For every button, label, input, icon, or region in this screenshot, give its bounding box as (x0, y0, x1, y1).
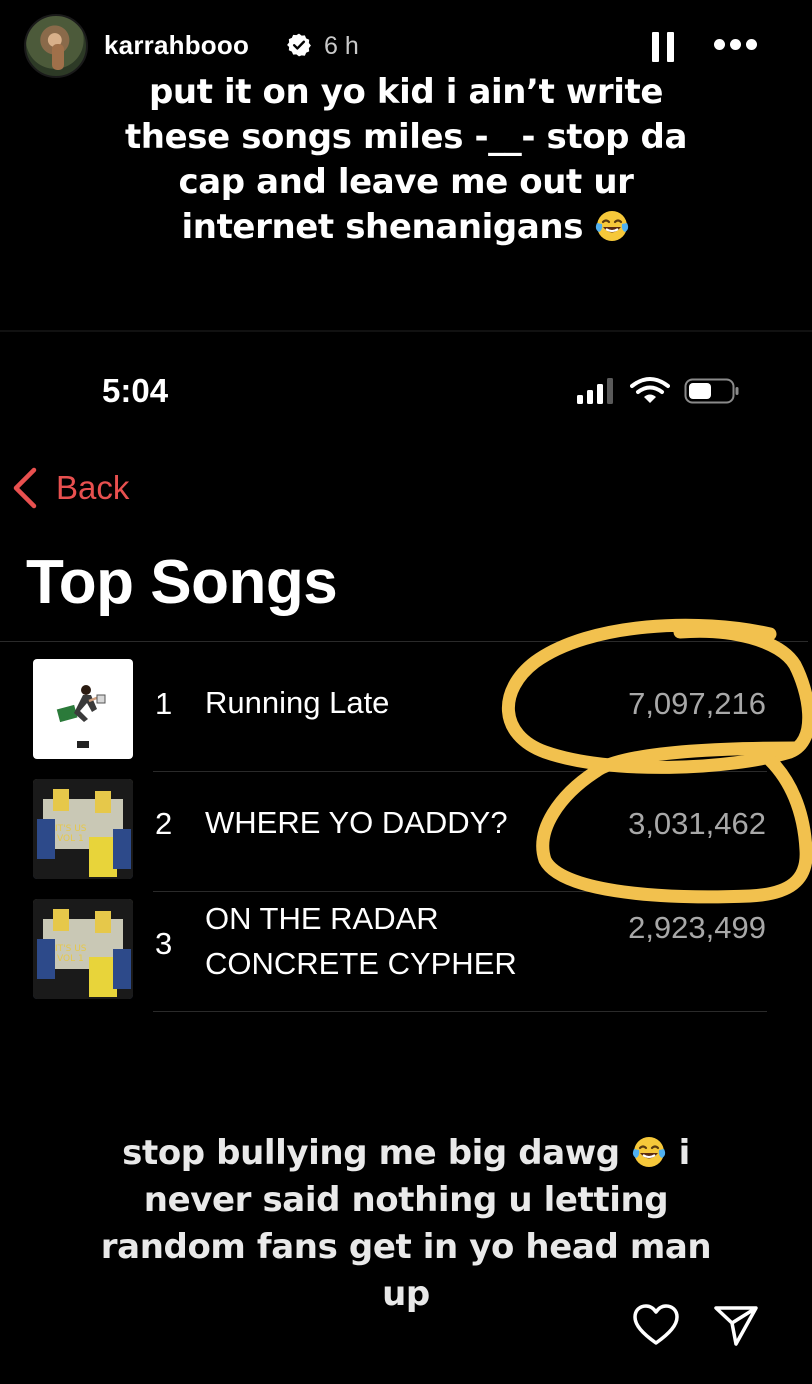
back-button[interactable]: Back (10, 464, 129, 512)
svg-text:VOL 1: VOL 1 (57, 954, 84, 964)
story-time: 6 h (324, 32, 359, 60)
caption-line: never said nothing u letting (143, 1180, 669, 1220)
page-title: Top Songs (26, 548, 338, 617)
caption-line: stop bullying me big dawg i (60, 1130, 752, 1177)
caption-line: cap and leave me out ur (178, 162, 634, 202)
caption-line: these songs miles -__- stop da (124, 117, 688, 157)
wifi-icon (630, 377, 670, 403)
album-artwork: IT'S US VOL 1 (33, 779, 133, 879)
pause-icon[interactable] (652, 32, 674, 62)
laughing-tears-emoji (633, 1137, 666, 1167)
caption-line-text: stop bullying me big dawg (122, 1133, 620, 1173)
song-title: WHERE YO DADDY? (205, 805, 508, 840)
caption-line-text: i (678, 1133, 691, 1173)
caption-line-text: internet shenanigans (181, 207, 584, 247)
song-rank: 2 (155, 806, 173, 841)
album-artwork (33, 659, 133, 759)
caption-line: put it on yo kid i ain’t write (148, 72, 664, 112)
song-title-line-1: ON THE RADAR (205, 901, 439, 936)
status-bar-time: 5:04 (102, 372, 169, 409)
back-label: Back (56, 469, 130, 506)
album-artwork: IT'S US VOL 1 (33, 899, 133, 999)
send-icon[interactable] (712, 1303, 760, 1347)
svg-text:VOL 1: VOL 1 (57, 834, 84, 844)
battery-icon (684, 378, 739, 404)
story-caption-top: put it on yo kid i ain’t write these son… (60, 70, 752, 250)
laughing-tears-emoji (596, 211, 629, 241)
song-title-line-2: CONCRETE CYPHER (205, 946, 517, 981)
verified-badge-icon (287, 33, 311, 57)
story-caption-bottom: stop bullying me big dawg i never said n… (60, 1130, 752, 1318)
embedded-screenshot: 5:04 Back Top Songs 1 Running Late 7,097… (0, 332, 808, 1072)
song-title: Running Late (205, 685, 390, 720)
caption-line: internet shenanigans (60, 205, 752, 250)
song-rank: 1 (155, 686, 173, 721)
row-divider (153, 1011, 767, 1012)
story-header: karrahbooo 6 h (24, 14, 788, 78)
play-count: 7,097,216 (628, 686, 766, 721)
song-rank: 3 (155, 926, 173, 961)
cellular-signal-icon (577, 376, 617, 404)
svg-text:IT'S US: IT'S US (55, 824, 87, 834)
username[interactable]: karrahbooo (104, 30, 249, 61)
caption-line: random fans get in yo head man (100, 1227, 712, 1267)
play-count: 3,031,462 (628, 806, 766, 841)
avatar[interactable] (24, 14, 88, 78)
more-horizontal-icon[interactable] (714, 34, 758, 56)
divider (0, 641, 808, 642)
svg-text:IT'S US: IT'S US (55, 944, 87, 954)
song-row[interactable]: 1 Running Late 7,097,216 (0, 652, 808, 772)
play-count: 2,923,499 (628, 910, 766, 945)
song-row[interactable]: IT'S US VOL 1 2 WHERE YO DADDY? 3,031,46… (0, 772, 808, 892)
heart-icon[interactable] (632, 1303, 680, 1347)
chevron-left-icon (13, 467, 37, 509)
song-row[interactable]: IT'S US VOL 1 3 ON THE RADAR CONCRETE CY… (0, 892, 808, 1012)
